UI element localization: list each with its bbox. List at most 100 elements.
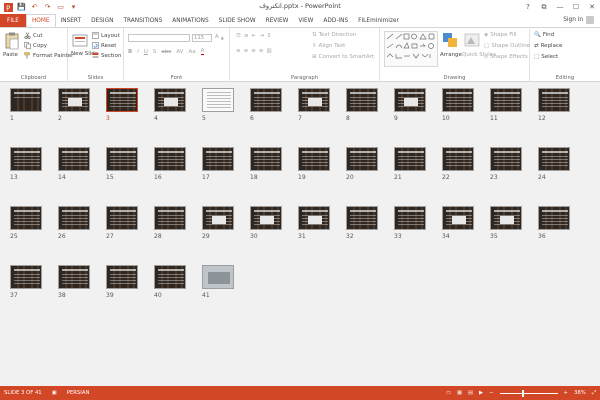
slide-thumbnail[interactable]: [538, 88, 570, 112]
zoom-slider-thumb[interactable]: [521, 389, 524, 397]
font-name-dropdown[interactable]: [128, 34, 190, 42]
redo-icon[interactable]: ↷: [43, 3, 52, 12]
slide-thumbnail[interactable]: [154, 265, 186, 289]
layout-button[interactable]: Layout: [92, 32, 120, 39]
slide-show-icon[interactable]: ▶: [479, 390, 483, 396]
zoom-level[interactable]: 38%: [574, 390, 586, 396]
shape-effects-button[interactable]: ◇ Shape Effects: [484, 54, 528, 60]
slide-thumbnail[interactable]: [154, 147, 186, 171]
tab-fileminimizer[interactable]: FILEminimizer: [353, 14, 404, 27]
slide-thumbnail[interactable]: [490, 206, 522, 230]
slide-sorter-view-icon[interactable]: ▦: [457, 390, 462, 396]
avatar[interactable]: [586, 16, 594, 24]
slide-thumbnail[interactable]: [250, 147, 282, 171]
format-painter-button[interactable]: Format Painter: [24, 52, 73, 59]
normal-view-icon[interactable]: ▭: [446, 390, 451, 396]
slide-counter[interactable]: SLIDE 3 OF 41: [4, 390, 42, 396]
slide-thumbnail[interactable]: [346, 206, 378, 230]
reset-button[interactable]: Reset: [92, 42, 116, 49]
save-icon[interactable]: 💾: [17, 3, 26, 12]
slide-thumbnail[interactable]: [202, 206, 234, 230]
tab-slide-show[interactable]: SLIDE SHOW: [214, 14, 261, 27]
align-text-button[interactable]: ⇳ Align Text: [312, 43, 345, 49]
convert-smartart-button[interactable]: ⊞ Convert to SmartArt: [312, 54, 374, 60]
tab-view[interactable]: VIEW: [293, 14, 318, 27]
bullets-icon[interactable]: ☰: [236, 33, 241, 39]
arrange-icon[interactable]: [442, 32, 458, 50]
tab-home[interactable]: HOME: [25, 14, 56, 27]
slide-thumbnail[interactable]: [106, 88, 138, 112]
underline-icon[interactable]: U: [144, 49, 148, 55]
slide-thumbnail[interactable]: [442, 88, 474, 112]
text-direction-button[interactable]: ⇅ Text Direction: [312, 32, 356, 38]
slide-thumbnail[interactable]: [202, 147, 234, 171]
arrange-button[interactable]: Arrange: [440, 52, 462, 58]
numbering-icon[interactable]: ≡: [244, 33, 249, 39]
tab-transitions[interactable]: TRANSITIONS: [118, 14, 167, 27]
slide-thumbnail[interactable]: [10, 147, 42, 171]
language-indicator[interactable]: PERSIAN: [67, 390, 90, 396]
font-size-dropdown[interactable]: 115: [192, 34, 212, 42]
section-button[interactable]: Section: [92, 52, 121, 59]
tab-add-ins[interactable]: ADD-INS: [318, 14, 353, 27]
slide-thumbnail[interactable]: [154, 88, 186, 112]
align-left-icon[interactable]: ≡: [236, 48, 241, 54]
tab-insert[interactable]: INSERT: [56, 14, 87, 27]
slide-thumbnail[interactable]: [346, 88, 378, 112]
copy-button[interactable]: Copy: [24, 42, 47, 49]
slide-thumbnail[interactable]: [394, 147, 426, 171]
undo-icon[interactable]: ↶: [30, 3, 39, 12]
align-right-icon[interactable]: ≡: [251, 48, 256, 54]
slide-thumbnail[interactable]: [298, 206, 330, 230]
cut-button[interactable]: Cut: [24, 32, 42, 40]
slide-thumbnail[interactable]: [346, 147, 378, 171]
increase-indent-icon[interactable]: ⇥: [259, 33, 264, 39]
shape-outline-button[interactable]: ▢ Shape Outline: [484, 43, 530, 49]
slide-thumbnail[interactable]: [538, 206, 570, 230]
slide-thumbnail[interactable]: [298, 147, 330, 171]
change-case-icon[interactable]: Aa: [188, 49, 195, 55]
sign-in[interactable]: Sign in: [563, 16, 594, 24]
minimize-button[interactable]: —: [552, 0, 568, 14]
justify-icon[interactable]: ≡: [259, 48, 264, 54]
line-spacing-icon[interactable]: ↕: [267, 33, 272, 39]
slide-thumbnail[interactable]: [250, 88, 282, 112]
paste-button[interactable]: Paste: [3, 52, 18, 58]
slide-thumbnail[interactable]: [154, 206, 186, 230]
strikethrough-icon[interactable]: abc: [161, 49, 171, 55]
slide-thumbnail[interactable]: [442, 206, 474, 230]
tab-file[interactable]: FILE: [0, 14, 26, 27]
proofing-icon[interactable]: ▣: [52, 390, 57, 396]
reading-view-icon[interactable]: ▤: [468, 390, 473, 396]
shadow-icon[interactable]: S: [153, 49, 157, 55]
slide-thumbnail[interactable]: [58, 265, 90, 289]
slide-thumbnail[interactable]: [106, 206, 138, 230]
tab-design[interactable]: DESIGN: [86, 14, 118, 27]
maximize-button[interactable]: ☐: [568, 0, 584, 14]
shapes-gallery[interactable]: [384, 31, 438, 67]
columns-icon[interactable]: ▥: [266, 48, 271, 54]
slide-thumbnail[interactable]: [490, 147, 522, 171]
tab-animations[interactable]: ANIMATIONS: [167, 14, 213, 27]
font-color-icon[interactable]: A: [200, 48, 205, 55]
slide-thumbnail[interactable]: [58, 206, 90, 230]
slide-thumbnail[interactable]: [10, 88, 42, 112]
customize-qat-icon[interactable]: ▾: [69, 3, 78, 12]
slide-sorter[interactable]: 1 2 3 4 5 6 7 8 9 10 11 12 13 14 15 16 17 18 19 20 21 22 23 24 2…: [0, 82, 600, 386]
slide-thumbnail[interactable]: [490, 88, 522, 112]
slide-thumbnail[interactable]: [250, 206, 282, 230]
slide-thumbnail[interactable]: [394, 88, 426, 112]
char-spacing-icon[interactable]: AV: [176, 49, 183, 55]
powerpoint-logo-icon[interactable]: P: [4, 2, 13, 12]
zoom-out-button[interactable]: −: [489, 390, 493, 396]
slide-thumbnail[interactable]: [10, 265, 42, 289]
decrease-indent-icon[interactable]: ⇤: [252, 33, 257, 39]
align-center-icon[interactable]: ≡: [244, 48, 249, 54]
zoom-slider[interactable]: [499, 389, 558, 397]
slide-thumbnail[interactable]: [442, 147, 474, 171]
close-button[interactable]: ✕: [584, 0, 600, 14]
find-button[interactable]: 🔍 Find: [534, 32, 554, 38]
slide-thumbnail[interactable]: [106, 265, 138, 289]
zoom-in-button[interactable]: +: [564, 390, 568, 396]
slide-thumbnail[interactable]: [58, 88, 90, 112]
